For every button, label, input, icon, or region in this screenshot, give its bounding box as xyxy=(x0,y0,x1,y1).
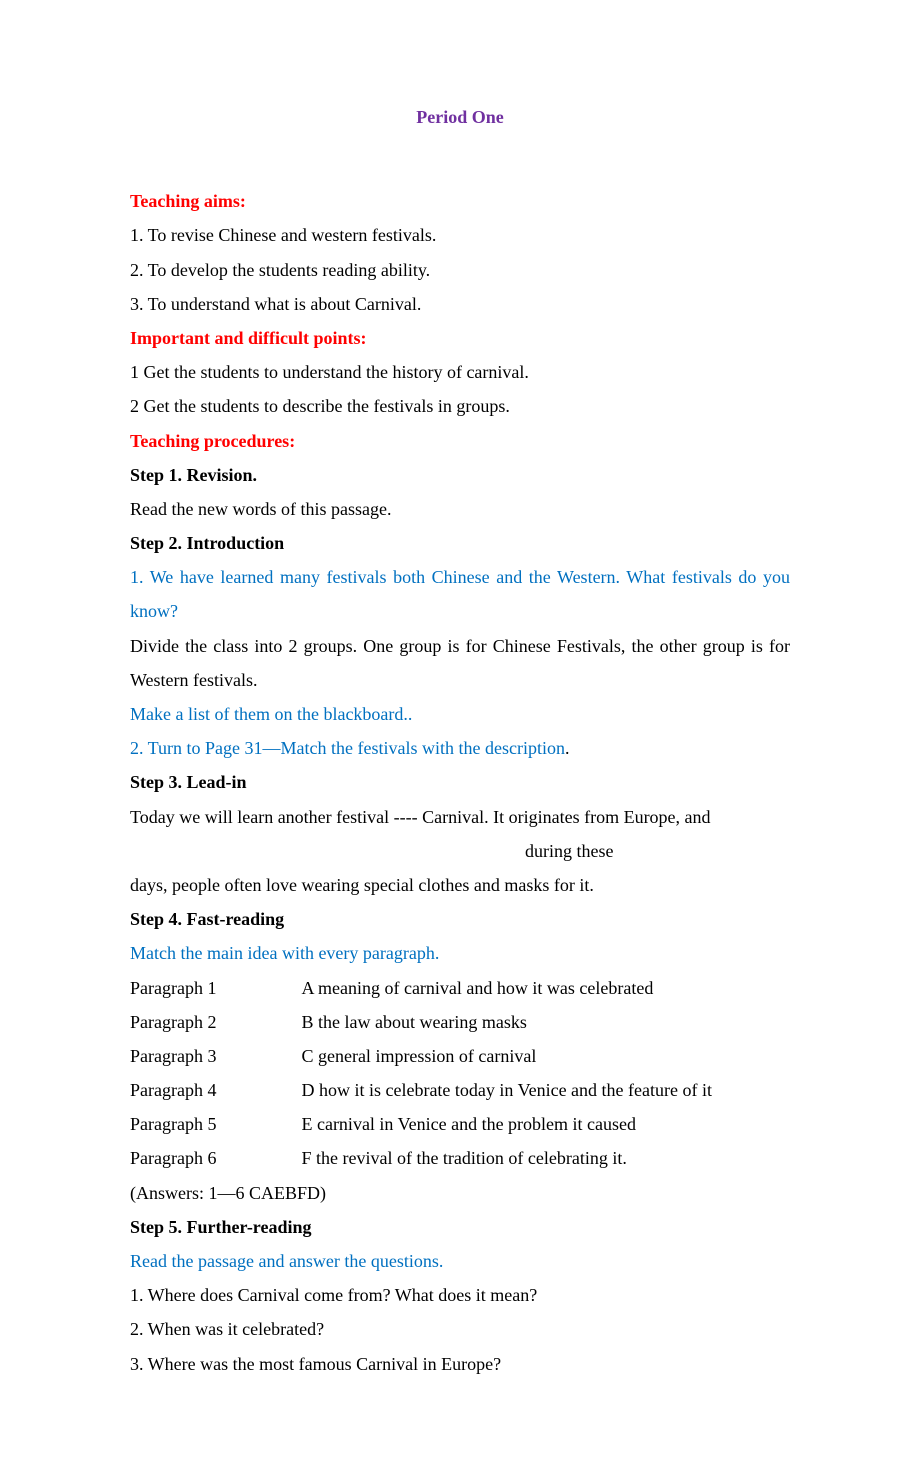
step3-text1: Today we will learn another festival ---… xyxy=(130,800,790,834)
teaching-aims-heading: Teaching aims: xyxy=(130,184,790,218)
step4-heading: Step 4. Fast-reading xyxy=(130,902,790,936)
important-points-item-1: 1 Get the students to understand the his… xyxy=(130,355,790,389)
step2-q1: 1. We have learned many festivals both C… xyxy=(130,560,790,628)
match-row-2: Paragraph 2 B the law about wearing mask… xyxy=(130,1005,712,1039)
match-right-5: E carnival in Venice and the problem it … xyxy=(301,1107,712,1141)
match-right-2: B the law about wearing masks xyxy=(301,1005,712,1039)
step1-heading: Step 1. Revision. xyxy=(130,458,790,492)
step2-heading: Step 2. Introduction xyxy=(130,526,790,560)
match-right-4: D how it is celebrate today in Venice an… xyxy=(301,1073,712,1107)
teaching-aims-item-2: 2. To develop the students reading abili… xyxy=(130,253,790,287)
step5-q3: 3. Where was the most famous Carnival in… xyxy=(130,1347,790,1381)
step5-q1: 1. Where does Carnival come from? What d… xyxy=(130,1278,790,1312)
step2-q2: 2. Turn to Page 31—Match the festivals w… xyxy=(130,738,565,758)
procedures-heading: Teaching procedures: xyxy=(130,424,790,458)
step4-note: Match the main idea with every paragraph… xyxy=(130,936,790,970)
teaching-aims-item-3: 3. To understand what is about Carnival. xyxy=(130,287,790,321)
step2-period: . xyxy=(565,738,570,758)
match-row-5: Paragraph 5 E carnival in Venice and the… xyxy=(130,1107,712,1141)
match-left-5: Paragraph 5 xyxy=(130,1107,301,1141)
match-left-6: Paragraph 6 xyxy=(130,1141,301,1175)
page-title: Period One xyxy=(130,100,790,134)
step2-note1: Make a list of them on the blackboard.. xyxy=(130,697,790,731)
match-left-4: Paragraph 4 xyxy=(130,1073,301,1107)
match-row-6: Paragraph 6 F the revival of the traditi… xyxy=(130,1141,712,1175)
step2-q2-line: 2. Turn to Page 31—Match the festivals w… xyxy=(130,731,790,765)
teaching-aims-item-1: 1. To revise Chinese and western festiva… xyxy=(130,218,790,252)
match-right-3: C general impression of carnival xyxy=(301,1039,712,1073)
match-table: Paragraph 1 A meaning of carnival and ho… xyxy=(130,971,712,1176)
match-right-1: A meaning of carnival and how it was cel… xyxy=(301,971,712,1005)
match-left-1: Paragraph 1 xyxy=(130,971,301,1005)
step5-heading: Step 5. Further-reading xyxy=(130,1210,790,1244)
step2-text1: Divide the class into 2 groups. One grou… xyxy=(130,629,790,697)
important-points-item-2: 2 Get the students to describe the festi… xyxy=(130,389,790,423)
step4-answers: (Answers: 1—6 CAEBFD) xyxy=(130,1176,790,1210)
match-row-1: Paragraph 1 A meaning of carnival and ho… xyxy=(130,971,712,1005)
step1-text: Read the new words of this passage. xyxy=(130,492,790,526)
match-left-2: Paragraph 2 xyxy=(130,1005,301,1039)
match-row-3: Paragraph 3 C general impression of carn… xyxy=(130,1039,712,1073)
match-row-4: Paragraph 4 D how it is celebrate today … xyxy=(130,1073,712,1107)
step5-q2: 2. When was it celebrated? xyxy=(130,1312,790,1346)
step3-text2: during these xyxy=(130,834,790,868)
match-left-3: Paragraph 3 xyxy=(130,1039,301,1073)
important-points-heading: Important and difficult points: xyxy=(130,321,790,355)
step5-note: Read the passage and answer the question… xyxy=(130,1244,790,1278)
match-right-6: F the revival of the tradition of celebr… xyxy=(301,1141,712,1175)
step3-text3: days, people often love wearing special … xyxy=(130,868,790,902)
step3-heading: Step 3. Lead-in xyxy=(130,765,790,799)
